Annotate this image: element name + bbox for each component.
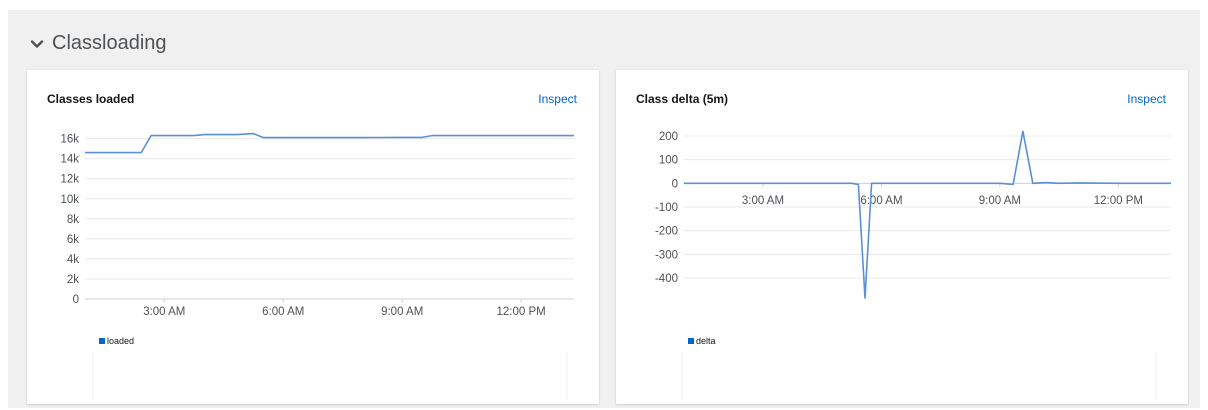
y-tick-label: -100 [655, 202, 678, 214]
y-tick-label: 6k [67, 234, 79, 246]
legend-swatch [688, 338, 694, 344]
y-tick-label: 16k [60, 134, 79, 146]
y-tick-label: -200 [655, 226, 678, 238]
class-delta-chart: 200 100 0 -100 -200 -300 -400 3:00 AM 6:00 AM 9:0… [655, 130, 1171, 400]
section-title: Classloading [52, 32, 167, 54]
x-tick-label: 3:00 AM [742, 195, 784, 207]
x-tick-label: 3:00 AM [143, 306, 185, 318]
classes-loaded-chart: 0 2k 4k 6k 8k 10k 12k 14k 16k 3:00 AM 6:00 AM 9:00 … [60, 132, 574, 400]
series-line-delta [684, 130, 1171, 299]
section-header[interactable]: Classloading [30, 32, 167, 55]
y-tick-label: 200 [659, 131, 678, 143]
y-tick-label: -400 [655, 273, 678, 285]
classloading-section: Classloading Classes loaded Inspect 0 2k 4… [8, 10, 1200, 408]
chevron-down-icon[interactable] [30, 37, 44, 51]
y-tick-label: 10k [60, 194, 79, 206]
x-tick-label: 9:00 AM [979, 195, 1021, 207]
legend-label: delta [696, 336, 716, 346]
classes-loaded-card: Classes loaded Inspect 0 2k 4k 6k 8k 10k 12k 14… [27, 70, 599, 404]
y-tick-label: 0 [672, 178, 678, 190]
x-tick-label: 6:00 AM [262, 306, 304, 318]
x-tick-label: 9:00 AM [381, 306, 423, 318]
x-tick-label: 12:00 PM [1094, 195, 1143, 207]
y-tick-label: 4k [67, 254, 79, 266]
series-line-loaded [85, 132, 574, 154]
x-tick-label: 6:00 AM [860, 195, 902, 207]
y-tick-label: 8k [67, 214, 79, 226]
class-delta-card: Class delta (5m) Inspect 200 100 0 -100 -200… [616, 70, 1188, 404]
legend-label: loaded [107, 336, 134, 346]
y-tick-label: -300 [655, 249, 678, 261]
y-tick-label: 100 [659, 155, 678, 167]
y-tick-label: 2k [67, 274, 79, 286]
legend-swatch [99, 338, 105, 344]
y-tick-label: 0 [73, 294, 79, 306]
y-tick-label: 12k [60, 174, 79, 186]
y-tick-label: 14k [60, 154, 79, 166]
x-tick-label: 12:00 PM [497, 306, 546, 318]
